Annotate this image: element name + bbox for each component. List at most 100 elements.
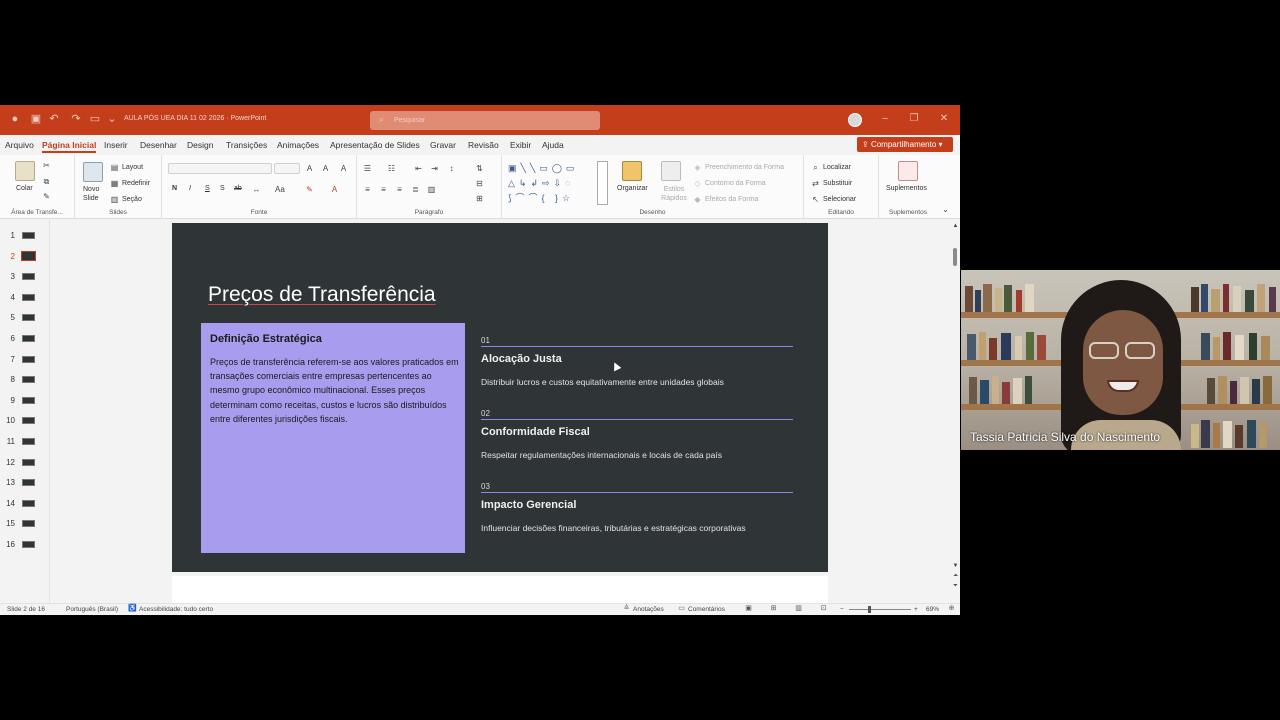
zoom-in-button[interactable]: +	[914, 606, 918, 613]
strikethrough-button[interactable]: ab	[234, 185, 242, 192]
shapes-scroll[interactable]	[597, 161, 608, 205]
objective-item[interactable]: 03 Impacto Gerencial Influenciar decisõe…	[481, 482, 793, 552]
layout-button[interactable]: Layout	[122, 164, 143, 171]
find-button[interactable]: Localizar	[823, 164, 851, 171]
search-input[interactable]	[394, 114, 584, 127]
tab-apresentacao[interactable]: Apresentação de Slides	[330, 140, 420, 150]
thumbnail-preview[interactable]	[22, 541, 35, 548]
tab-ajuda[interactable]: Ajuda	[542, 140, 564, 150]
accessibility-status[interactable]: Acessibilidade: tudo certo	[139, 606, 213, 613]
tab-arquivo[interactable]: Arquivo	[5, 140, 34, 150]
thumbnail-preview[interactable]	[22, 417, 35, 425]
language-indicator[interactable]: Português (Brasil)	[66, 606, 118, 613]
objective-item[interactable]: 01 Alocação Justa Distribuir lucros e cu…	[481, 336, 793, 406]
tab-inserir[interactable]: Inserir	[104, 140, 128, 150]
start-presentation-icon[interactable]: ▭	[89, 113, 101, 125]
zoom-out-button[interactable]: −	[840, 606, 844, 613]
arrange-button[interactable]: Organizar	[617, 185, 648, 192]
align-text-icon[interactable]: ⊟	[475, 179, 484, 188]
slide-thumbnail[interactable]: 6	[0, 328, 50, 348]
search-box[interactable]: ⌕	[370, 111, 600, 130]
account-avatar[interactable]	[848, 113, 862, 127]
slide-sorter-icon[interactable]: ⊞	[769, 605, 778, 613]
notes-button[interactable]: Anotações	[633, 606, 664, 613]
comments-button[interactable]: Comentários	[688, 606, 725, 613]
shape-outline-button[interactable]: Contorno da Forma	[705, 180, 766, 187]
decrease-font-icon[interactable]: A	[321, 164, 330, 173]
share-button[interactable]: ⇪ Compartilhamento ▾	[857, 137, 953, 152]
decrease-indent-icon[interactable]: ⇤	[414, 164, 423, 173]
thumbnail-preview[interactable]	[22, 479, 35, 487]
format-painter-icon[interactable]: ✎	[42, 192, 51, 201]
slide-thumbnail[interactable]: 5	[0, 307, 50, 327]
thumbnail-preview[interactable]	[22, 438, 35, 445]
zoom-slider-handle[interactable]	[868, 606, 871, 613]
slide-thumbnail[interactable]: 4	[0, 287, 50, 307]
customize-toolbar-icon[interactable]: ⌄	[106, 113, 118, 125]
tab-desenhar[interactable]: Desenhar	[140, 140, 177, 150]
slide-thumbnail[interactable]: 11	[0, 431, 50, 451]
collapse-ribbon-icon[interactable]: ⌄	[941, 205, 950, 214]
tab-animacoes[interactable]: Animações	[277, 140, 319, 150]
undo-icon[interactable]: ↶	[48, 113, 60, 125]
slide-thumbnail[interactable]: 13	[0, 472, 50, 492]
thumbnail-preview[interactable]	[22, 314, 35, 322]
tab-transicoes[interactable]: Transições	[226, 140, 267, 150]
tab-gravar[interactable]: Gravar	[430, 140, 456, 150]
close-icon[interactable]: ✕	[937, 112, 951, 126]
thumbnail-preview[interactable]	[22, 273, 35, 281]
select-button[interactable]: Selecionar	[823, 196, 856, 203]
reading-view-icon[interactable]: ▥	[794, 605, 803, 613]
slide-thumbnail[interactable]: 10	[0, 410, 50, 430]
section-button[interactable]: Seção	[122, 196, 142, 203]
slide-thumbnail[interactable]: 2	[0, 246, 50, 266]
next-slide-icon[interactable]: ⏷	[951, 582, 960, 591]
minimize-icon[interactable]: –	[878, 112, 892, 126]
tab-design[interactable]: Design	[187, 140, 213, 150]
scroll-down-icon[interactable]: ▼	[951, 562, 960, 571]
zoom-slider[interactable]	[849, 609, 911, 610]
objective-item[interactable]: 02 Conformidade Fiscal Respeitar regulam…	[481, 409, 793, 479]
zoom-level[interactable]: 69%	[926, 606, 939, 613]
slideshow-icon[interactable]: ⊡	[819, 605, 828, 613]
italic-button[interactable]: I	[189, 185, 191, 192]
next-slide-preview[interactable]	[172, 576, 828, 603]
thumbnail-preview[interactable]	[22, 232, 35, 239]
smartart-icon[interactable]: ⊞	[475, 194, 484, 203]
thumbnail-preview[interactable]	[22, 376, 35, 384]
previous-slide-icon[interactable]: ⏶	[951, 572, 960, 581]
thumbnail-preview[interactable]	[22, 499, 35, 507]
slide-thumbnail[interactable]: 12	[0, 452, 50, 472]
text-direction-icon[interactable]: ⇅	[475, 164, 484, 173]
highlight-icon[interactable]: ✎	[305, 185, 314, 194]
scroll-up-icon[interactable]: ▲	[951, 222, 960, 231]
cut-icon[interactable]: ✂	[42, 161, 51, 170]
new-slide-icon[interactable]	[83, 162, 103, 182]
clear-formatting-icon[interactable]: A	[339, 164, 348, 173]
thumbnail-preview[interactable]	[22, 520, 35, 528]
save-icon[interactable]: ▣	[30, 113, 42, 125]
line-spacing-icon[interactable]: ↕	[447, 164, 456, 173]
quick-styles-icon[interactable]	[661, 161, 681, 181]
slide-thumbnail[interactable]: 3	[0, 266, 50, 286]
vertical-scrollbar[interactable]: ▲ ▼ ⏶ ⏷	[950, 220, 960, 603]
underline-button[interactable]: S	[205, 185, 210, 192]
thumbnail-preview[interactable]	[22, 355, 35, 363]
quick-styles-button[interactable]: Estilos Rápidos	[659, 185, 689, 203]
definition-card[interactable]: Definição Estratégica Preços de transfer…	[201, 323, 465, 553]
columns-icon[interactable]: ▥	[427, 185, 436, 194]
change-case-icon[interactable]: Aa	[275, 185, 285, 194]
restore-icon[interactable]: ❐	[907, 112, 921, 126]
slide-thumbnail[interactable]: 16	[0, 534, 50, 554]
slide-thumbnail[interactable]: 14	[0, 493, 50, 513]
addins-button[interactable]: Suplementos	[886, 185, 927, 192]
fit-slide-icon[interactable]: ⊕	[947, 605, 956, 613]
current-slide[interactable]: Preços de Transferência Definição Estrat…	[172, 223, 828, 572]
shapes-gallery[interactable]: ▣╲╲▭◯▭ △↳↲⇨⇩◌ ⟆⌒⌒{ }☆	[508, 161, 604, 207]
tab-revisao[interactable]: Revisão	[468, 140, 499, 150]
copy-icon[interactable]: ⧉	[42, 177, 51, 186]
font-color-icon[interactable]: A	[330, 185, 339, 194]
font-size-dropdown[interactable]	[274, 163, 300, 174]
numbering-icon[interactable]: ☷	[387, 164, 396, 173]
replace-button[interactable]: Substituir	[823, 180, 852, 187]
